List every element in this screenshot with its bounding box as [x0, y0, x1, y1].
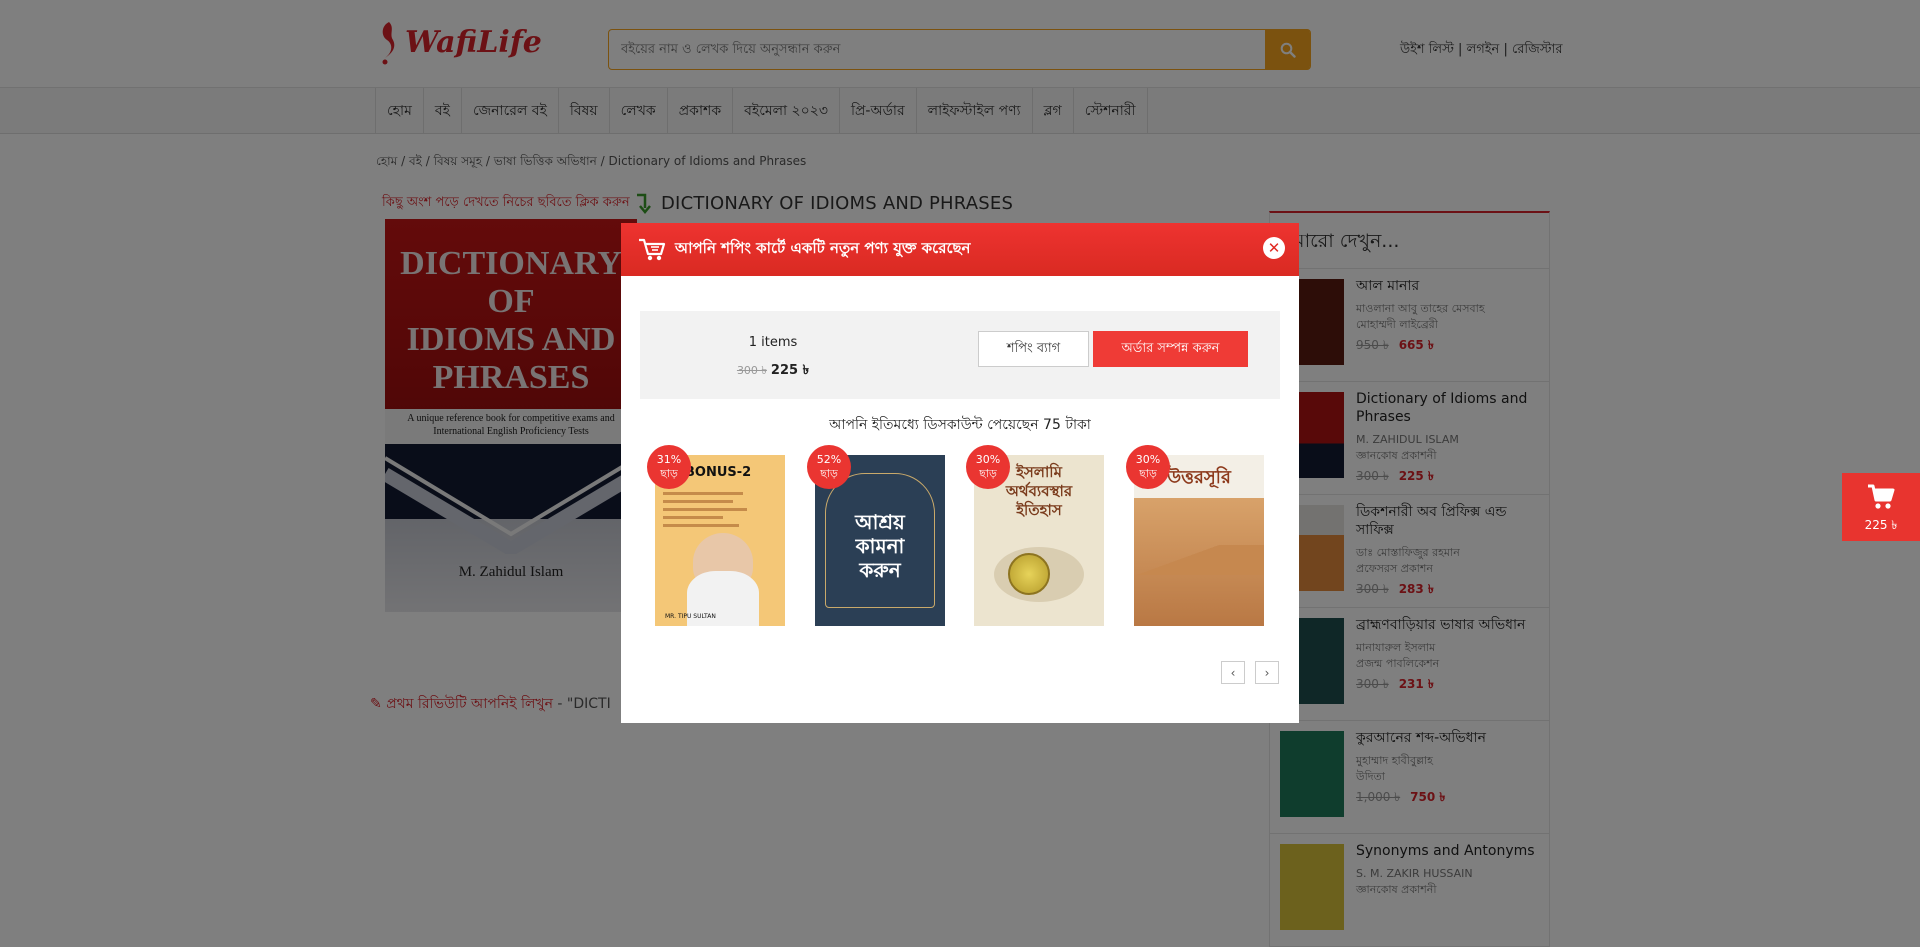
- discount-message: আপনি ইতিমধ্যে ডিসকাউন্ট পেয়েছেন 75 টাকা: [829, 417, 1091, 433]
- discount-badge: 31% ছাড়: [647, 445, 691, 489]
- carousel-next-button[interactable]: ›: [1255, 661, 1279, 684]
- book-cover-text: BONUS-2: [685, 465, 752, 480]
- discount-badge: 30% ছাড়: [1126, 445, 1170, 489]
- book-cover-text: আশ্রয় কামনা করুন: [855, 510, 905, 582]
- book-cover-subtext: MR. TIPU SULTAN: [665, 613, 716, 620]
- modal-title: আপনি শপিং কার্টে একটি নতুন পণ্য যুক্ত কর…: [675, 239, 971, 257]
- chevron-left-icon: ‹: [1230, 665, 1236, 680]
- cart-new-price: 225 ৳: [770, 363, 810, 378]
- shopping-bag-button[interactable]: শপিং ব্যাগ: [978, 331, 1089, 367]
- discount-badge: 52% ছাড়: [807, 445, 851, 489]
- shopping-cart-icon: [639, 238, 666, 260]
- add-to-cart-modal: আপনি শপিং কার্টে একটি নতুন পণ্য যুক্ত কর…: [621, 223, 1299, 723]
- suggested-books-carousel: BONUS-2 MR. TIPU SULTAN 31% ছাড় আশ্রয় ক…: [621, 445, 1299, 645]
- cart-items-count: 1 items: [748, 335, 798, 350]
- cart-icon: [1868, 484, 1895, 509]
- discount-badge: 30% ছাড়: [966, 445, 1010, 489]
- cart-summary: 1 items 300 ৳ 225 ৳ শপিং ব্যাগ অর্ডার সম্…: [640, 311, 1280, 399]
- carousel-prev-button[interactable]: ‹: [1221, 661, 1245, 684]
- floating-cart-button[interactable]: 225 ৳: [1842, 473, 1920, 541]
- cart-total: 300 ৳ 225 ৳: [640, 361, 906, 382]
- complete-order-button[interactable]: অর্ডার সম্পন্ন করুন: [1093, 331, 1248, 367]
- cart-old-price: 300 ৳: [736, 364, 767, 377]
- modal-header: আপনি শপিং কার্টে একটি নতুন পণ্য যুক্ত কর…: [621, 223, 1299, 276]
- close-icon[interactable]: ✕: [1263, 237, 1285, 259]
- floating-cart-price: 225 ৳: [1864, 518, 1898, 532]
- chevron-right-icon: ›: [1264, 665, 1270, 680]
